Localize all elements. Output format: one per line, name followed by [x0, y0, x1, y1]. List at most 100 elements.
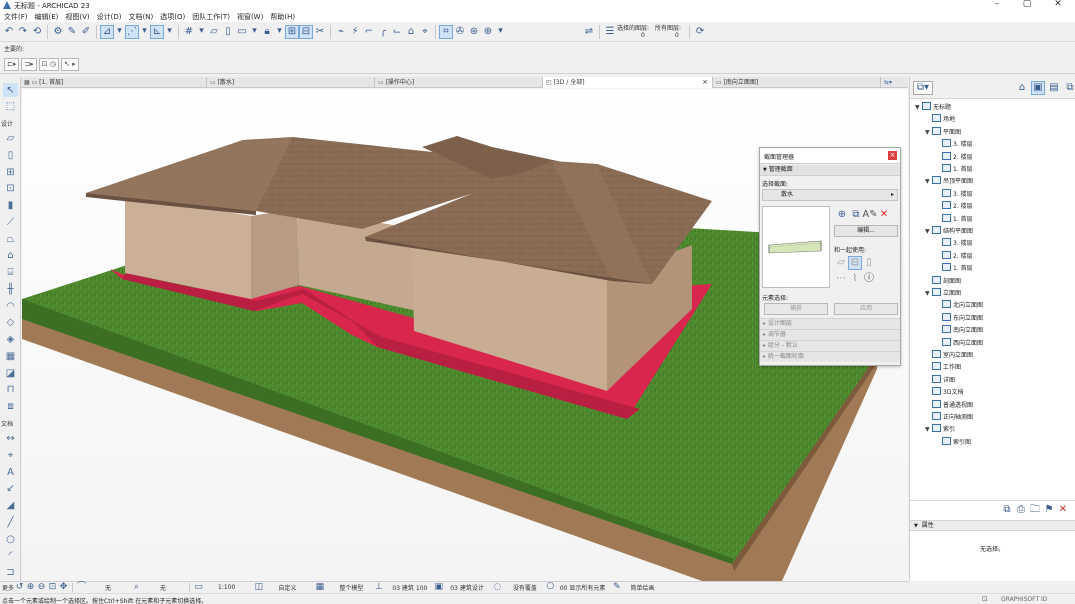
new-profile-icon[interactable]: ⊕ — [835, 208, 849, 222]
simple-paint-value[interactable]: 简单绘画 — [630, 583, 654, 592]
marquee-tool-icon[interactable]: ⬚ — [3, 99, 18, 113]
level-dimension-tool-icon[interactable]: ⌖ — [3, 448, 18, 462]
mesh-tool-icon[interactable]: ◈ — [3, 332, 18, 346]
text-tool-icon[interactable]: A — [3, 465, 18, 479]
chevron-down-icon[interactable]: ▾ — [495, 26, 506, 37]
stair-tool-icon[interactable]: ⌸ — [3, 265, 18, 279]
whole-model-value[interactable]: 整个模型 — [339, 583, 363, 592]
apply-button[interactable]: 应用 — [834, 303, 898, 315]
tab-3d-all[interactable]: ◰ [3D / 全部] × — [543, 77, 713, 88]
fill-tool-icon[interactable]: ◢ — [3, 498, 18, 512]
rename-profile-icon[interactable]: A✎ — [862, 208, 877, 222]
save-view-icon[interactable]: ⎙ — [1014, 503, 1028, 517]
navigator-item[interactable]: 东向立面图 — [935, 312, 983, 325]
no-override-value[interactable]: 没有覆盖 — [513, 583, 537, 592]
more-label[interactable]: 更多 — [2, 583, 14, 592]
custom-value[interactable]: 自定义 — [278, 583, 296, 592]
delete-icon[interactable]: ✕ — [1056, 503, 1070, 517]
beam-tool-icon[interactable]: ⟋ — [3, 215, 18, 229]
railing-tool-icon[interactable]: ╫ — [3, 282, 18, 296]
menu-design[interactable]: 设计(D) — [97, 12, 122, 22]
clone-view-icon[interactable]: ⧉ — [1000, 503, 1014, 517]
chevron-down-icon[interactable]: ▾ — [196, 26, 207, 37]
lamp-tool-icon[interactable]: ⊓ — [3, 382, 18, 396]
navigator-item[interactable]: 2. 楼层 — [935, 250, 973, 263]
scale-icon[interactable]: ▭ — [193, 582, 204, 593]
navigator-menu-icon[interactable]: ⧉▾ — [913, 81, 933, 95]
graphisoft-id-label[interactable]: GRAPHISOFT ID — [1001, 596, 1047, 603]
navigator-item[interactable]: 场地 — [925, 114, 955, 126]
magic-wand-icon[interactable]: ⚡︎ — [348, 25, 362, 39]
manage-section-header[interactable]: ▼ 管理截面 — [760, 165, 900, 176]
column-option-icon[interactable]: ▯ — [862, 256, 876, 270]
close-window-button[interactable]: ✕ — [1043, 0, 1073, 9]
line-tool-icon[interactable]: ╱ — [3, 515, 18, 529]
inject-icon[interactable]: ✐ — [79, 25, 93, 39]
split-icon[interactable]: ⌙ — [390, 25, 404, 39]
window-tool-icon[interactable]: ⊞ — [3, 165, 18, 179]
pen-set-icon[interactable]: ⌒ — [76, 582, 87, 593]
arc-tool-icon[interactable]: ◜ — [3, 548, 18, 562]
navigator-item[interactable]: 3. 楼层 — [935, 238, 973, 250]
navigator-item[interactable]: 普通透视图 — [925, 399, 973, 412]
navigator-item[interactable]: ▼ 立面图 — [925, 288, 961, 300]
tab-apron[interactable]: ▭ [散水] — [207, 77, 375, 88]
skylight-tool-icon[interactable]: ⧈ — [3, 399, 18, 413]
delete-profile-icon[interactable]: ✕ — [877, 208, 891, 222]
navigator-item[interactable]: ▼ 结构平面图 — [925, 226, 973, 238]
suspend-groups-icon[interactable]: ⊟ — [299, 24, 313, 39]
expand-toggle-icon[interactable]: ▼ — [915, 102, 922, 114]
fold-modifiers[interactable]: ▸ 调节器 — [760, 329, 900, 340]
fold-unified-profile[interactable]: ▸ 统一截面轮廓 — [760, 351, 900, 362]
3d-navigation-icon[interactable]: ⊕ — [481, 25, 495, 39]
navigator-item[interactable]: ▼ 无标题 — [915, 102, 951, 114]
beam-option-icon[interactable]: ⊟ — [848, 256, 862, 270]
circle-tool-icon[interactable]: ○ — [3, 532, 18, 546]
project-map-icon[interactable]: ⌂ — [1015, 81, 1029, 95]
history-icon[interactable]: ⟲ — [30, 25, 44, 39]
close-palette-button[interactable]: × — [888, 151, 897, 160]
cut-icon[interactable]: ✂ — [313, 25, 327, 39]
tab-floor-1[interactable]: ▦ ▭ [1. 首层] — [21, 77, 207, 88]
menu-help[interactable]: 帮助(H) — [270, 12, 295, 22]
fillet-icon[interactable]: ╭ — [376, 25, 390, 39]
navigator-item[interactable]: 剖面图 — [925, 275, 961, 288]
navigator-item[interactable]: 工作图 — [925, 362, 961, 374]
3d-orbit-icon[interactable]: ✇ — [453, 25, 467, 39]
navigator-item[interactable]: 2. 楼层 — [935, 201, 973, 213]
duplicate-profile-icon[interactable]: ⧉ — [849, 208, 863, 222]
model-view-icon[interactable]: ⌕ — [131, 582, 142, 593]
trim-icon[interactable]: ⌐ — [362, 25, 376, 39]
snap-point-icon[interactable]: ⊾ — [150, 24, 164, 39]
dimension-icon[interactable]: ⊥ — [373, 582, 384, 593]
slab-icon[interactable]: ▭ — [235, 25, 249, 39]
dimension-tool-icon[interactable]: ↔ — [3, 431, 18, 445]
guide-line-icon[interactable]: ⋰ — [125, 24, 139, 39]
label-tool-icon[interactable]: ↙ — [3, 481, 18, 495]
expand-toggle-icon[interactable]: ▼ — [925, 176, 932, 188]
3d-explore-icon[interactable]: ⊛ — [467, 25, 481, 39]
redo-icon[interactable]: ↷ — [16, 25, 30, 39]
pick-up-button[interactable]: 捕获 — [764, 303, 828, 315]
navigator-item[interactable]: 正向轴测图 — [925, 412, 973, 424]
navigator-item[interactable]: 2. 楼层 — [935, 151, 973, 164]
graphisoft-id-icon[interactable]: ⊡ — [982, 595, 988, 603]
navigator-item[interactable]: 详图 — [925, 374, 955, 387]
handrail-option-icon[interactable]: ⌇ — [848, 272, 862, 286]
element-type-button[interactable]: ⊏▸ — [4, 57, 20, 71]
menu-view[interactable]: 视图(V) — [65, 12, 89, 22]
zoom-back-icon[interactable]: ↺ — [14, 582, 25, 593]
intersect-icon[interactable]: ⌖ — [418, 25, 432, 39]
slab-tool-icon[interactable]: ⏢ — [3, 232, 18, 246]
chevron-down-icon[interactable]: ▾ — [164, 26, 175, 37]
railing-option-icon[interactable]: ⋯ — [834, 272, 848, 286]
navigator-item[interactable]: ▼ 索引 — [925, 424, 955, 436]
wall-icon[interactable]: ▱ — [207, 25, 221, 39]
profile-dropdown[interactable]: 散水 ▸ — [762, 189, 898, 201]
close-tab-icon[interactable]: × — [702, 77, 708, 88]
zoom-out-icon[interactable]: ⊖ — [36, 582, 47, 593]
snap-guide-icon[interactable]: ⊿ — [100, 24, 114, 39]
navigator-item[interactable]: 1. 首层 — [935, 263, 973, 275]
roof-tool-icon[interactable]: ⌂ — [3, 248, 18, 262]
menu-edit[interactable]: 编辑(E) — [35, 12, 59, 22]
